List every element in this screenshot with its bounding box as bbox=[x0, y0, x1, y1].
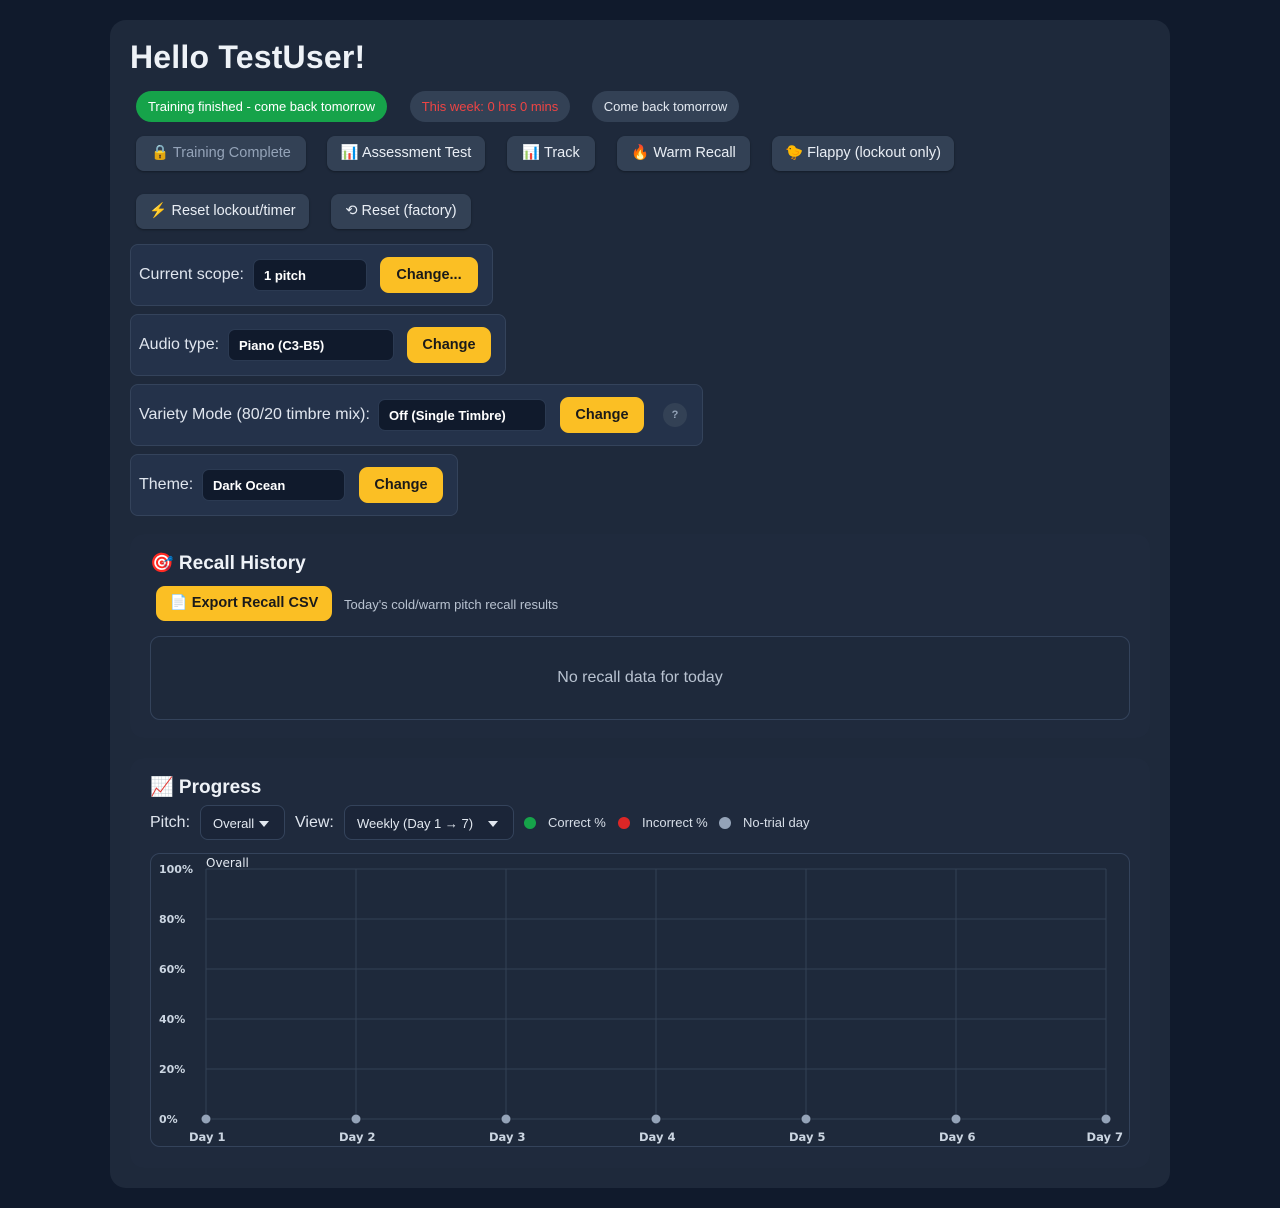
scope-value: 1 pitch bbox=[253, 259, 367, 291]
change-theme-button[interactable]: Change bbox=[359, 467, 443, 503]
y-tick-label: 100% bbox=[159, 863, 193, 876]
pitch-select[interactable]: Overall bbox=[200, 805, 285, 840]
variety-value: Off (Single Timbre) bbox=[378, 399, 546, 431]
x-tick-label: Day 2 bbox=[339, 1130, 375, 1144]
x-tick-label: Day 7 bbox=[1087, 1130, 1123, 1144]
audio-value: Piano (C3-B5) bbox=[228, 329, 394, 361]
chevron-down-icon bbox=[488, 821, 498, 827]
assessment-test-button[interactable]: 📊 Assessment Test bbox=[327, 136, 485, 171]
flappy-button[interactable]: 🐤 Flappy (lockout only) bbox=[772, 136, 954, 171]
reset-factory-button[interactable]: ⟲ Reset (factory) bbox=[331, 194, 471, 229]
legend-incorrect-label: Incorrect % bbox=[642, 815, 708, 830]
progress-chart: 0% 20% 40% 60% 80% 100% Day 1 Day 2 Day 3 Day 4 Da… bbox=[150, 853, 1130, 1147]
data-point bbox=[800, 1113, 812, 1125]
variety-label: Variety Mode (80/20 timbre mix): bbox=[139, 406, 370, 423]
y-tick-label: 40% bbox=[159, 1013, 185, 1026]
x-tick-label: Day 3 bbox=[489, 1130, 525, 1144]
next-session-badge: Come back tomorrow bbox=[592, 91, 739, 122]
chevron-down-icon bbox=[259, 821, 269, 827]
dashboard-card: Hello TestUser! Training finished - come… bbox=[110, 20, 1170, 1188]
y-tick-label: 0% bbox=[159, 1113, 178, 1126]
week-time-badge: This week: 0 hrs 0 mins bbox=[410, 91, 570, 122]
data-point bbox=[200, 1113, 212, 1125]
scope-setting: Current scope: 1 pitch Change... bbox=[130, 244, 493, 306]
pitch-label: Pitch: bbox=[150, 814, 191, 831]
change-variety-button[interactable]: Change bbox=[560, 397, 644, 433]
change-audio-button[interactable]: Change bbox=[407, 327, 491, 363]
y-tick-label: 80% bbox=[159, 913, 185, 926]
export-recall-csv-button[interactable]: 📄 Export Recall CSV bbox=[156, 586, 332, 621]
audio-setting: Audio type: Piano (C3-B5) Change bbox=[130, 314, 506, 376]
training-status-badge: Training finished - come back tomorrow bbox=[136, 91, 387, 122]
chart-title: Overall bbox=[206, 856, 249, 870]
x-tick-label: Day 1 bbox=[189, 1130, 225, 1144]
recall-empty-state: No recall data for today bbox=[150, 636, 1130, 720]
track-button[interactable]: 📊 Track bbox=[507, 136, 595, 171]
pitch-select-value: Overall bbox=[213, 816, 255, 831]
data-point bbox=[350, 1113, 362, 1125]
theme-value: Dark Ocean bbox=[202, 469, 345, 501]
change-scope-button[interactable]: Change... bbox=[380, 257, 478, 293]
legend-correct-label: Correct % bbox=[548, 815, 606, 830]
view-label: View: bbox=[295, 814, 334, 831]
warm-recall-button[interactable]: 🔥 Warm Recall bbox=[617, 136, 750, 171]
data-point bbox=[650, 1113, 662, 1125]
legend-no-trial-dot bbox=[719, 817, 731, 829]
audio-label: Audio type: bbox=[139, 336, 220, 353]
scope-label: Current scope: bbox=[139, 266, 244, 283]
theme-setting: Theme: Dark Ocean Change bbox=[130, 454, 458, 516]
x-tick-label: Day 4 bbox=[639, 1130, 675, 1144]
variety-setting: Variety Mode (80/20 timbre mix): Off (Si… bbox=[130, 384, 703, 446]
data-point bbox=[950, 1113, 962, 1125]
y-tick-label: 20% bbox=[159, 1063, 185, 1076]
help-icon[interactable]: ? bbox=[663, 403, 687, 427]
data-point bbox=[500, 1113, 512, 1125]
legend-correct-dot bbox=[524, 817, 536, 829]
progress-section: 📈 Progress Pitch: Overall View: Weekly (… bbox=[130, 758, 1150, 1168]
x-tick-label: Day 6 bbox=[939, 1130, 975, 1144]
recall-history-title: 🎯 Recall History bbox=[150, 553, 306, 574]
recall-history-section: 🎯 Recall History 📄 Export Recall CSV Tod… bbox=[130, 534, 1150, 738]
legend-no-trial-label: No-trial day bbox=[743, 815, 810, 830]
data-point bbox=[1100, 1113, 1112, 1125]
x-tick-label: Day 5 bbox=[789, 1130, 825, 1144]
progress-chart-svg: 0% 20% 40% 60% 80% 100% Day 1 Day 2 Day 3 Day 4 Da… bbox=[159, 856, 1123, 1144]
reset-lockout-button[interactable]: ⚡ Reset lockout/timer bbox=[136, 194, 309, 229]
recall-history-description: Today's cold/warm pitch recall results bbox=[344, 597, 559, 612]
view-select-value: Weekly (Day 1 → 7) bbox=[357, 816, 474, 831]
page-title: Hello TestUser! bbox=[130, 39, 366, 75]
view-select[interactable]: Weekly (Day 1 → 7) bbox=[344, 805, 514, 840]
y-tick-label: 60% bbox=[159, 963, 185, 976]
theme-label: Theme: bbox=[139, 476, 194, 493]
legend-incorrect-dot bbox=[618, 817, 630, 829]
training-complete-button[interactable]: 🔒 Training Complete bbox=[136, 136, 306, 171]
progress-title: 📈 Progress bbox=[150, 777, 262, 798]
